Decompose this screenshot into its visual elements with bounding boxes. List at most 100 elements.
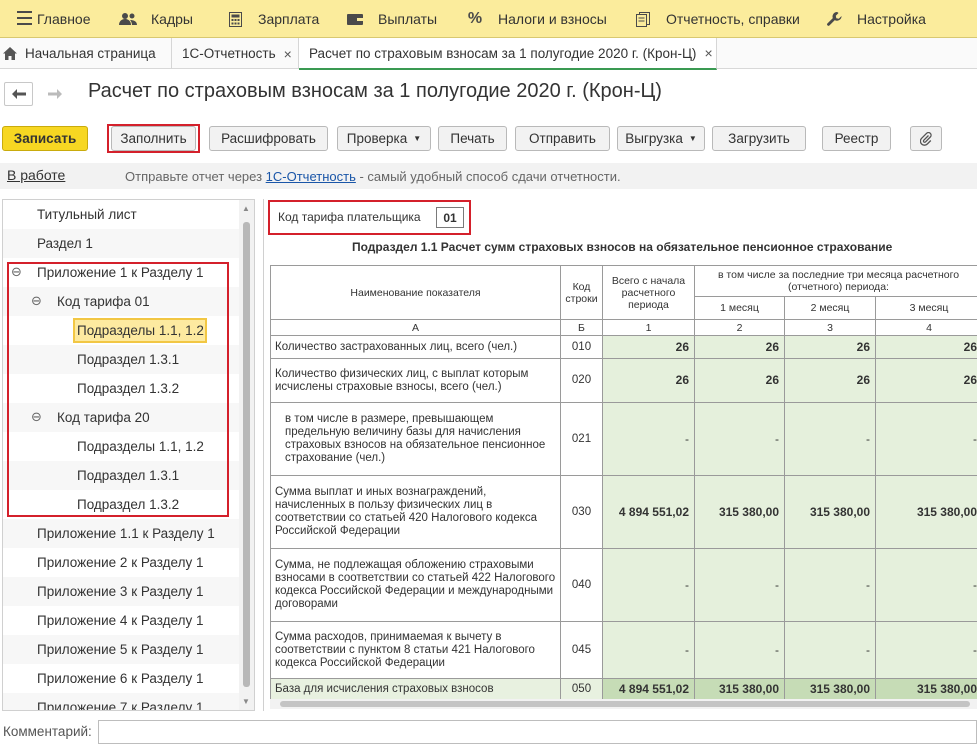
dropdown-arrow-icon: ▼ (688, 134, 697, 143)
form-hscrollbar[interactable] (270, 699, 977, 709)
cell-m2[interactable]: - (784, 621, 876, 679)
cell-m3[interactable]: - (875, 548, 977, 622)
tree-item-label: Приложение 7 к Разделу 1 (37, 700, 204, 711)
fill-button[interactable]: Заполнить (111, 126, 196, 151)
main-menu-bar: Главное Кадры Зарплата Выплаты % Налоги … (0, 0, 977, 38)
menu-item-staff[interactable]: Кадры (119, 0, 193, 38)
scroll-down-icon[interactable]: ▼ (242, 697, 250, 706)
table-row: Сумма выплат и иных вознаграждений, начи… (270, 475, 977, 549)
check-label: Проверка (346, 131, 408, 146)
attach-button[interactable] (910, 126, 942, 151)
cell-total[interactable]: - (602, 621, 695, 679)
back-button[interactable] (4, 82, 33, 106)
reports-icon (634, 11, 652, 27)
save-button[interactable]: Записать (2, 126, 88, 151)
row-name: Сумма, не подлежащая обложению страховым… (270, 548, 561, 622)
table-row: в том числе в размере, превышающем преде… (270, 402, 977, 476)
comment-input[interactable] (98, 720, 977, 744)
tree-item[interactable]: Приложение 3 к Разделу 1 (3, 577, 239, 606)
load-button[interactable]: Загрузить (712, 126, 806, 151)
cell-m2[interactable]: - (784, 402, 876, 476)
cell-m1[interactable]: 315 380,00 (694, 475, 785, 549)
decode-button[interactable]: Расшифровать (209, 126, 328, 151)
cell-total[interactable]: 4 894 551,02 (602, 678, 695, 701)
users-icon (119, 12, 137, 26)
menu-item-reports[interactable]: Отчетность, справки (634, 0, 800, 38)
scrollbar-thumb[interactable] (280, 701, 970, 707)
forward-button[interactable] (40, 82, 69, 106)
cell-m2[interactable]: 26 (784, 358, 876, 403)
tree-item[interactable]: Титульный лист (3, 200, 239, 229)
percent-icon: % (467, 10, 483, 27)
tree-item-label: Приложение 3 к Разделу 1 (37, 584, 204, 599)
table-row: Сумма расходов, принимаемая к вычету в с… (270, 621, 977, 679)
tree-item-label: Приложение 4 к Разделу 1 (37, 613, 204, 628)
cell-m1[interactable]: - (694, 402, 785, 476)
cell-m1[interactable]: 26 (694, 335, 785, 359)
cell-total[interactable]: 4 894 551,02 (602, 475, 695, 549)
tab-insurance-report[interactable]: Расчет по страховым взносам за 1 полугод… (299, 38, 717, 70)
table-row: Количество физических лиц, с выплат кото… (270, 358, 977, 403)
export-label: Выгрузка (625, 131, 683, 146)
close-icon[interactable]: × (704, 45, 712, 61)
cell-m1[interactable]: - (694, 621, 785, 679)
cell-m3[interactable]: 26 (875, 358, 977, 403)
menu-item-taxes[interactable]: % Налоги и взносы (466, 0, 607, 38)
cell-m1[interactable]: 26 (694, 358, 785, 403)
tree-item-label: Приложение 1.1 к Разделу 1 (37, 526, 215, 541)
close-icon[interactable]: × (284, 46, 292, 62)
menu-item-main[interactable]: Главное (8, 0, 91, 38)
scrollbar-thumb[interactable] (243, 222, 250, 687)
cell-m2[interactable]: - (784, 548, 876, 622)
wrench-icon (825, 11, 843, 27)
cell-total[interactable]: 26 (602, 358, 695, 403)
tree-item[interactable]: Приложение 1.1 к Разделу 1 (3, 519, 239, 548)
cell-m3[interactable]: 26 (875, 335, 977, 359)
cell-m1[interactable]: - (694, 548, 785, 622)
menu-item-settings[interactable]: Настройка (825, 0, 926, 38)
header-last3: в том числе за последние три месяца расч… (694, 265, 977, 297)
cell-m3[interactable]: 315 380,00 (875, 678, 977, 701)
dropdown-arrow-icon: ▼ (413, 134, 422, 143)
header-m3: 3 месяц (875, 296, 977, 320)
tree-item[interactable]: Приложение 7 к Разделу 1 (3, 693, 239, 711)
cell-m2[interactable]: 315 380,00 (784, 678, 876, 701)
tree-group-highlight (7, 262, 229, 517)
cell-m3[interactable]: - (875, 621, 977, 679)
cell-m3[interactable]: - (875, 402, 977, 476)
calculator-icon (226, 11, 244, 27)
menu-item-label: Кадры (151, 11, 193, 27)
cell-m2[interactable]: 26 (784, 335, 876, 359)
row-code: 021 (560, 402, 603, 476)
section-title: Подраздел 1.1 Расчет сумм страховых взно… (352, 240, 893, 254)
tree-item[interactable]: Приложение 5 к Разделу 1 (3, 635, 239, 664)
tab-label: 1С-Отчетность (182, 46, 276, 61)
cell-total[interactable]: - (602, 548, 695, 622)
cell-total[interactable]: - (602, 402, 695, 476)
tree-item[interactable]: Раздел 1 (3, 229, 239, 258)
1c-reporting-link[interactable]: 1С-Отчетность (266, 169, 356, 184)
export-button[interactable]: Выгрузка ▼ (617, 126, 705, 151)
menu-item-label: Зарплата (258, 11, 320, 27)
tree-item[interactable]: Приложение 6 к Разделу 1 (3, 664, 239, 693)
print-button[interactable]: Печать (438, 126, 507, 151)
cell-m2[interactable]: 315 380,00 (784, 475, 876, 549)
status-link[interactable]: В работе (7, 167, 65, 183)
menu-item-label: Выплаты (378, 11, 438, 27)
menu-item-payments[interactable]: Выплаты (346, 0, 437, 38)
tree-item[interactable]: Приложение 2 к Разделу 1 (3, 548, 239, 577)
scroll-up-icon[interactable]: ▲ (242, 204, 250, 213)
tree-scrollbar[interactable]: ▲ ▼ (239, 200, 254, 710)
cell-m1[interactable]: 315 380,00 (694, 678, 785, 701)
check-button[interactable]: Проверка ▼ (337, 126, 431, 151)
tree-item[interactable]: Приложение 4 к Разделу 1 (3, 606, 239, 635)
menu-item-label: Отчетность, справки (666, 11, 800, 27)
tab-home[interactable]: Начальная страница (0, 38, 172, 69)
tab-1c-reporting[interactable]: 1С-Отчетность × (172, 38, 299, 69)
send-button[interactable]: Отправить (515, 126, 610, 151)
cell-m3[interactable]: 315 380,00 (875, 475, 977, 549)
registry-button[interactable]: Реестр (822, 126, 891, 151)
menu-item-salary[interactable]: Зарплата (226, 0, 319, 38)
home-icon (3, 47, 17, 60)
cell-total[interactable]: 26 (602, 335, 695, 359)
